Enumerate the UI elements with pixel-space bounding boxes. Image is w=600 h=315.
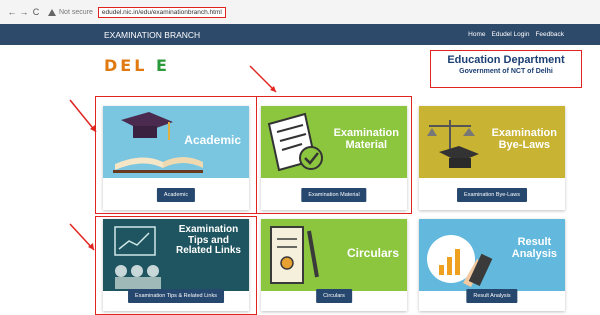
highlight-box-examination-material [256, 96, 412, 214]
department-subtitle: Government of NCT of Delhi [459, 68, 553, 75]
browser-toolbar: ← → C Not secure edudel.nic.in/edu/exami… [0, 0, 600, 24]
department-header: Education Department Government of NCT o… [430, 50, 582, 88]
warning-icon [48, 8, 56, 16]
security-label: Not secure [59, 8, 93, 16]
nav-link-feedback[interactable]: Feedback [535, 31, 564, 38]
card-result-analysis[interactable]: Result Analysis Result Analysis [419, 219, 565, 311]
card-examination-bye-laws[interactable]: Examination Bye-Laws Examination Bye-Laws [419, 106, 565, 210]
card-title: Circulars [346, 246, 399, 260]
card-title: Examination Bye-Laws [491, 127, 557, 151]
circulars-button[interactable]: Circulars [316, 289, 352, 303]
red-arrow-icon [69, 99, 97, 133]
circulars-banner[interactable]: Circulars [261, 219, 407, 291]
highlight-box-academic [95, 96, 257, 214]
card-title: Result Analysis [511, 236, 557, 260]
result-analysis-button[interactable]: Result Analysis [466, 289, 518, 303]
highlight-box-examination-tips [95, 216, 257, 315]
nav-link-home[interactable]: Home [468, 31, 485, 38]
top-navbar: EXAMINATION BRANCH Home Edudel Login Fee… [0, 24, 600, 45]
logo-text-e: E [155, 56, 170, 75]
nav-links: Home Edudel Login Feedback [468, 31, 564, 38]
examination-bye-laws-banner[interactable]: Examination Bye-Laws [419, 106, 565, 178]
security-indicator[interactable]: Not secure [48, 8, 93, 16]
result-analysis-banner[interactable]: Result Analysis [419, 219, 565, 291]
examination-bye-laws-button[interactable]: Examination Bye-Laws [457, 188, 527, 202]
site-brand[interactable]: EXAMINATION BRANCH [104, 30, 200, 40]
nav-link-edudel-login[interactable]: Edudel Login [492, 31, 530, 38]
forward-arrow-icon[interactable]: → [18, 7, 30, 17]
back-arrow-icon[interactable]: ← [6, 7, 18, 17]
address-bar[interactable]: edudel.nic.in/edu/examinationbranch.html [97, 6, 226, 18]
red-arrow-icon [249, 65, 277, 93]
red-arrow-icon [69, 223, 95, 251]
department-title: Education Department [447, 54, 565, 66]
card-circulars[interactable]: Circulars Circulars [261, 219, 407, 311]
del-e-logo: DEL E [104, 56, 170, 75]
logo-text-del: DEL [104, 56, 148, 75]
reload-icon[interactable]: C [30, 7, 42, 17]
